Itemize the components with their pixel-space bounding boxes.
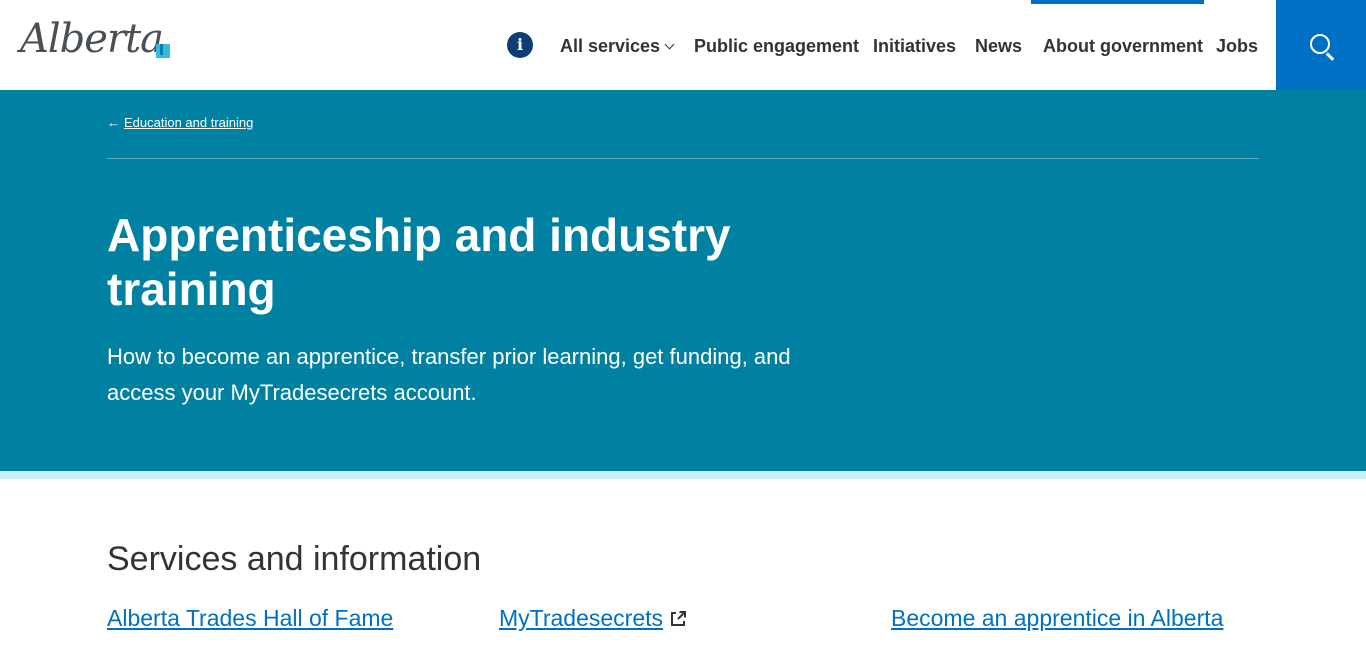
alberta-logo[interactable]: Alberta (20, 16, 172, 68)
chevron-down-icon (664, 39, 675, 50)
search-icon-handle (1326, 52, 1335, 61)
services-heading: Services and information (107, 540, 482, 578)
link-become-an-apprentice[interactable]: Become an apprentice in Alberta (891, 605, 1223, 632)
nav-active-indicator (1031, 0, 1204, 4)
info-icon[interactable]: i (507, 32, 533, 58)
hero-banner: ← Education and training Apprenticeship a… (0, 90, 1366, 471)
link-mytradesecrets[interactable]: MyTradesecrets (499, 605, 687, 632)
link-trades-hall-of-fame[interactable]: Alberta Trades Hall of Fame (107, 605, 393, 632)
link-mytradesecrets-label: MyTradesecrets (499, 605, 664, 631)
search-icon (1310, 34, 1330, 54)
nav-public-engagement[interactable]: Public engagement (694, 34, 859, 58)
external-link-icon (671, 611, 687, 626)
breadcrumb-divider (107, 158, 1259, 159)
hero-accent-stripe (0, 471, 1366, 479)
arrow-left-icon: ← (107, 115, 120, 130)
logo-mark-icon (156, 44, 170, 58)
nav-news[interactable]: News (975, 34, 1022, 58)
site-header: Alberta i All services Public engagement… (0, 0, 1366, 90)
breadcrumb: ← Education and training (107, 115, 253, 130)
logo-wordmark: Alberta (20, 16, 164, 62)
page-description: How to become an apprentice, transfer pr… (107, 344, 791, 405)
nav-about-government[interactable]: About government (1043, 34, 1203, 58)
nav-jobs[interactable]: Jobs (1216, 34, 1258, 58)
nav-all-services-label: All services (560, 36, 661, 56)
nav-initiatives[interactable]: Initiatives (873, 34, 956, 58)
breadcrumb-link-education[interactable]: Education and training (124, 115, 253, 130)
search-button[interactable] (1276, 0, 1366, 90)
nav-all-services[interactable]: All services (560, 34, 675, 58)
page-title: Apprenticeship and industry training (107, 209, 731, 315)
